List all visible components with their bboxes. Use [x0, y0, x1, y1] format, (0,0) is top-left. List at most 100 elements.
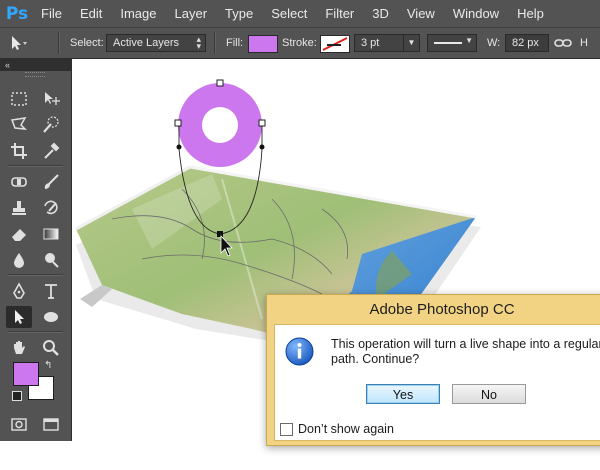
- width-value: 82 px: [512, 37, 539, 49]
- menu-type[interactable]: Type: [216, 0, 262, 27]
- direct-selection-icon: [15, 310, 24, 324]
- crop-tool[interactable]: [6, 140, 32, 162]
- gradient-icon: [43, 228, 59, 240]
- arrow-cursor-icon: [220, 234, 233, 257]
- direct-selection-tool[interactable]: [6, 306, 32, 328]
- dodge-icon: [45, 253, 59, 268]
- marquee-tool[interactable]: [6, 88, 32, 110]
- brush-tool[interactable]: [38, 171, 64, 193]
- gradient-tool[interactable]: [38, 223, 64, 245]
- quick-mask-button[interactable]: [6, 413, 32, 435]
- menu-edit[interactable]: Edit: [71, 0, 111, 27]
- menu-window[interactable]: Window: [444, 0, 508, 27]
- stroke-width-dropdown[interactable]: 3 pt ▼: [354, 34, 420, 52]
- width-input[interactable]: 82 px: [505, 34, 549, 52]
- menu-image[interactable]: Image: [111, 0, 165, 27]
- stroke-type-dropdown[interactable]: ▼: [427, 34, 477, 52]
- history-brush-icon: [44, 200, 58, 215]
- options-bar: Select: Active Layers ▴ ▾ Fill: Stroke: 3…: [0, 27, 600, 59]
- crop-icon: [11, 143, 27, 159]
- tools-panel: « ↰: [0, 59, 72, 441]
- dodge-tool[interactable]: [38, 249, 64, 271]
- stroke-width-value: 3 pt: [361, 37, 380, 49]
- type-tool[interactable]: [38, 280, 64, 302]
- updown-arrows-icon: ▴ ▾: [196, 34, 201, 51]
- chevron-down-icon: ▼: [403, 35, 419, 51]
- ellipse-tool[interactable]: [38, 306, 64, 328]
- dialog-title: Adobe Photoshop CC: [369, 301, 515, 318]
- blur-tool[interactable]: [6, 249, 32, 271]
- screen-mode-icon: [43, 418, 59, 431]
- info-icon: [285, 337, 314, 366]
- separator: [58, 32, 60, 54]
- clone-stamp-tool[interactable]: [6, 197, 32, 219]
- separator: [8, 274, 63, 276]
- yes-button[interactable]: Yes: [366, 384, 440, 404]
- bandage-icon: [11, 177, 27, 187]
- toolbar-collapse[interactable]: «: [0, 59, 71, 71]
- zoom-tool[interactable]: [38, 337, 64, 359]
- polygonal-lasso-icon: [10, 117, 28, 130]
- brush-icon: [44, 174, 59, 189]
- menu-view[interactable]: View: [398, 0, 444, 27]
- no-button[interactable]: No: [452, 384, 526, 404]
- select-value: Active Layers: [113, 37, 180, 49]
- history-brush-tool[interactable]: [38, 197, 64, 219]
- pen-icon: [13, 282, 25, 299]
- hand-tool[interactable]: [6, 337, 32, 359]
- move-icon: [45, 92, 60, 105]
- eyedropper-tool[interactable]: [38, 140, 64, 162]
- menu-filter[interactable]: Filter: [316, 0, 363, 27]
- photoshop-logo: Ps: [5, 3, 29, 24]
- default-colors-icon[interactable]: [12, 391, 22, 401]
- stamp-icon: [12, 201, 26, 215]
- quick-selection-tool[interactable]: [38, 114, 64, 136]
- menu-bar: Ps File Edit Image Layer Type Select Fil…: [0, 0, 600, 27]
- lasso-tool[interactable]: [6, 114, 32, 136]
- healing-brush-tool[interactable]: [6, 171, 32, 193]
- menu-layer[interactable]: Layer: [166, 0, 217, 27]
- foreground-color-swatch[interactable]: [13, 362, 39, 386]
- magnifier-icon: [43, 340, 59, 356]
- tool-preset-picker[interactable]: [6, 28, 28, 58]
- move-tool[interactable]: [38, 88, 64, 110]
- stroke-label: Stroke:: [282, 37, 317, 49]
- dialog-body: This operation will turn a live shape in…: [274, 324, 600, 441]
- fill-label: Fill:: [226, 37, 244, 49]
- rect-marquee-icon: [11, 92, 27, 106]
- menu-help[interactable]: Help: [508, 0, 553, 27]
- width-label: W:: [487, 37, 501, 49]
- select-dropdown[interactable]: Active Layers ▴ ▾: [106, 34, 206, 52]
- confirm-dialog: Adobe Photoshop CC This operation will t…: [266, 294, 600, 446]
- separator: [8, 331, 63, 333]
- chevron-down-icon: ▼: [465, 36, 473, 45]
- checkbox-box[interactable]: [280, 422, 293, 436]
- dialog-message: This operation will turn a live shape in…: [331, 337, 600, 366]
- eyedropper-icon: [44, 142, 60, 159]
- quick-mask-icon: [11, 418, 27, 431]
- dont-show-again-checkbox[interactable]: Don’t show again: [280, 422, 394, 436]
- hand-icon: [14, 341, 25, 354]
- menu-select[interactable]: Select: [262, 0, 316, 27]
- no-stroke-icon: [322, 37, 348, 51]
- drop-icon: [14, 253, 24, 268]
- menu-file[interactable]: File: [32, 0, 71, 27]
- fill-swatch[interactable]: [248, 35, 278, 53]
- eraser-icon: [12, 229, 26, 241]
- checkbox-label: Don’t show again: [298, 422, 394, 436]
- direct-selection-icon: [12, 36, 27, 50]
- type-icon: [45, 284, 57, 299]
- link-icon[interactable]: [554, 28, 572, 58]
- menu-3d[interactable]: 3D: [363, 0, 398, 27]
- separator: [8, 165, 63, 167]
- stroke-line-icon: [434, 42, 462, 44]
- pen-tool[interactable]: [6, 280, 32, 302]
- ellipse-icon: [44, 312, 58, 322]
- quick-selection-icon: [43, 116, 59, 133]
- toolbar-grip: [25, 72, 45, 77]
- eraser-tool[interactable]: [6, 223, 32, 245]
- height-label: H: [580, 37, 588, 49]
- screen-mode-button[interactable]: [38, 413, 64, 435]
- stroke-swatch[interactable]: [320, 35, 350, 53]
- swap-colors-icon[interactable]: ↰: [44, 360, 52, 371]
